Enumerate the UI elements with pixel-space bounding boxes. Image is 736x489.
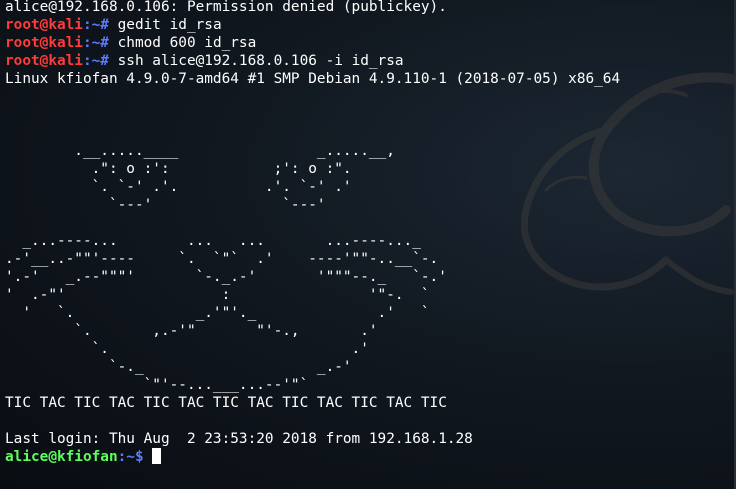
command-line: root@kali:~# chmod 600 id_rsa	[5, 34, 620, 52]
command-text: ssh alice@192.168.0.106 -i id_rsa	[117, 53, 404, 69]
user-prompt-user: alice@kfiofan	[5, 449, 118, 465]
uname-line: Linux kfiofan 4.9.0-7-amd64 #1 SMP Debia…	[5, 70, 620, 88]
text-cursor[interactable]	[152, 448, 162, 464]
command-text: chmod 600 id_rsa	[117, 35, 257, 51]
user-prompt-path: :~$	[117, 449, 153, 465]
terminal-window[interactable]: alice@192.168.0.106: Permission denied (…	[0, 0, 736, 489]
root-prompt-user: root@kali	[5, 17, 83, 33]
uname-text: Linux kfiofan 4.9.0-7-amd64 #1 SMP Debia…	[5, 71, 621, 87]
tic-tac-text: TIC TAC TIC TAC TIC TAC TIC TAC TIC TAC …	[5, 395, 447, 411]
command-line: root@kali:~# ssh alice@192.168.0.106 -i …	[5, 52, 620, 70]
root-prompt-path: :~#	[82, 53, 118, 69]
tic-tac-line: TIC TAC TIC TAC TIC TAC TIC TAC TIC TAC …	[5, 394, 620, 412]
last-login-text: Last login: Thu Aug 2 23:53:20 2018 from…	[5, 431, 473, 447]
output-line: alice@192.168.0.106: Permission denied (…	[5, 0, 620, 16]
ascii-banner-art: .__.....____ _.....__, .": o :': ;': o :…	[5, 143, 447, 393]
command-text: gedit id_rsa	[117, 17, 222, 33]
terminal-output: alice@192.168.0.106: Permission denied (…	[5, 0, 620, 466]
root-prompt-user: root@kali	[5, 53, 83, 69]
active-prompt-line[interactable]: alice@kfiofan:~$	[5, 448, 620, 466]
root-prompt-user: root@kali	[5, 35, 83, 51]
permission-denied-text: alice@192.168.0.106: Permission denied (…	[5, 0, 447, 15]
last-login-line: Last login: Thu Aug 2 23:53:20 2018 from…	[5, 430, 620, 448]
root-prompt-path: :~#	[82, 17, 118, 33]
command-line: root@kali:~# gedit id_rsa	[5, 16, 620, 34]
root-prompt-path: :~#	[82, 35, 118, 51]
